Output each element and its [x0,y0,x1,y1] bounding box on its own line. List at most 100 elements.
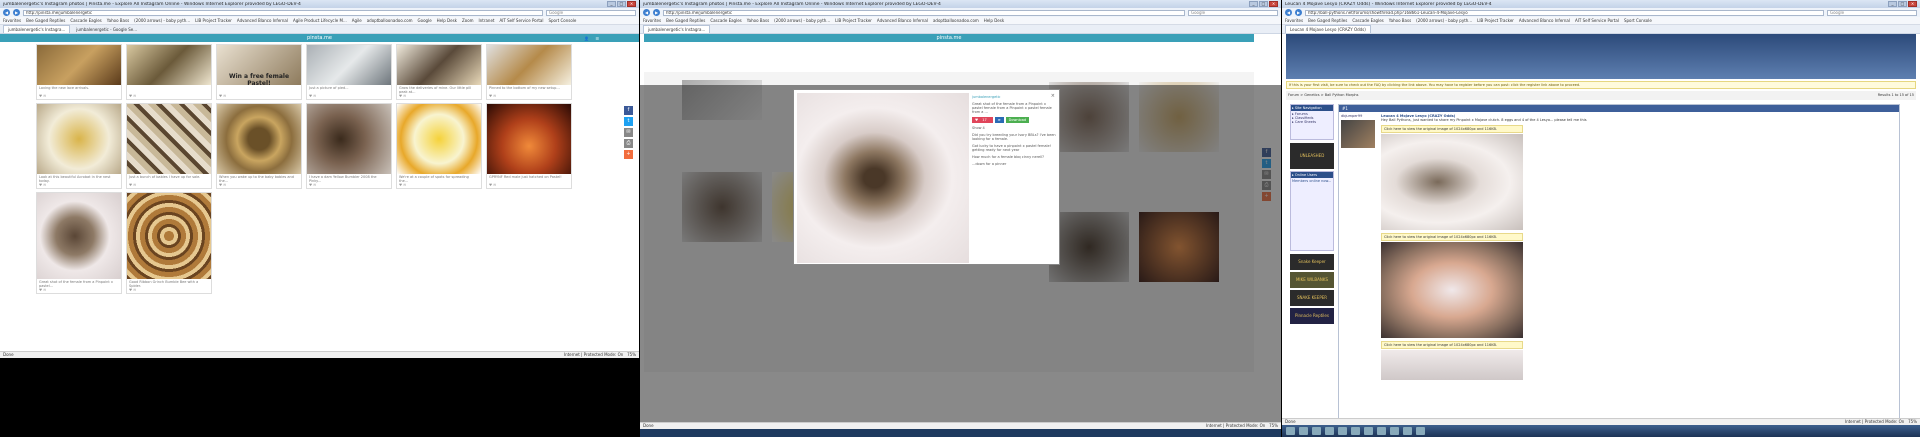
back-icon[interactable]: ◀ [1285,9,1292,16]
url-input[interactable]: http://pinsta.me/jumbalenergetic [663,9,1185,16]
ad-banner[interactable]: UNLEASHED [1290,143,1334,169]
photo[interactable] [37,193,121,279]
print-icon[interactable]: ⎙ [624,139,633,148]
fav-item[interactable]: LIB Project Tracker [835,18,872,23]
photo-card[interactable]: Loving the new lace arrivals. ♥ ✉ [36,44,122,100]
image-note[interactable]: Click here to view the original image of… [1381,341,1523,349]
email-icon[interactable]: ✉ [624,128,633,137]
photo-card[interactable]: Great shot of the female from a Pinpoint… [36,192,122,294]
photo-card[interactable]: Win a free female Pastel! ♥ ✉ [216,44,302,100]
fav-item[interactable]: Cascade Eagles [1352,18,1383,23]
fav-item[interactable]: AIT Self Service Portal [499,18,543,23]
post-image[interactable] [1381,134,1523,230]
forward-icon[interactable]: ▶ [653,9,660,16]
maximize-button[interactable]: □ [1259,1,1268,7]
photo[interactable] [127,45,211,85]
fav-item[interactable]: Zoom [462,18,474,23]
fav-item[interactable]: Yahoo Bass [1389,18,1411,23]
user-icon[interactable]: 👤 [584,35,589,43]
site-logo[interactable]: pinsta.me [307,35,332,41]
photo[interactable] [397,45,481,85]
photo-card[interactable]: ♥ ✉ [126,44,212,100]
fav-item[interactable]: (2000 arrows) - baby pyth... [134,18,190,23]
fav-item[interactable]: Advanced Blanco Infernal [237,18,288,23]
photo[interactable] [487,45,571,85]
taskbar-app-icon[interactable] [1351,427,1360,435]
fav-item[interactable]: Bee Gaged Reptiles [1308,18,1347,23]
breadcrumb[interactable]: Forum > Genetics > Ball Python Morphs [1288,91,1358,100]
fav-item[interactable]: Sport Console [1624,18,1652,23]
back-icon[interactable]: ◀ [643,9,650,16]
photo-card[interactable]: Just a picture of pied... ♥ ✉ [306,44,392,100]
taskbar-app-icon[interactable] [1403,427,1412,435]
post-image[interactable] [1381,350,1523,380]
search-input[interactable]: Google [1188,9,1278,16]
search-input[interactable]: Google [1827,9,1917,16]
photo-card[interactable]: We're at a couple of spots for spreading… [396,103,482,189]
fav-item[interactable]: Help Desk [437,18,457,23]
fav-item[interactable]: adoptballoonadoo.com [367,18,413,23]
fav-item[interactable]: Advanced Blanco Infernal [877,18,928,23]
download-button[interactable]: Download [1005,117,1030,123]
fav-item[interactable]: Help Desk [984,18,1004,23]
close-button[interactable]: × [627,1,636,7]
fav-item[interactable]: LIB Project Tracker [195,18,232,23]
photo-card[interactable]: When you wake up to the baby babies and … [216,103,302,189]
minimize-button[interactable]: _ [1249,1,1258,7]
fav-item[interactable]: Agile Product Lifecycle M... [293,18,347,23]
photo[interactable] [397,104,481,174]
fav-item[interactable]: Sport Console [548,18,576,23]
taskbar-app-icon[interactable] [1390,427,1399,435]
facebook-icon[interactable]: f [624,106,633,115]
photo-card[interactable]: Pinned to the bottom of my new setup... ♥… [486,44,572,100]
fav-item[interactable]: Yahoo Bass [107,18,129,23]
fav-item[interactable]: (2000 arrows) - baby pyth... [774,18,830,23]
image-note[interactable]: Click here to view the original image of… [1381,233,1523,241]
modal-username[interactable]: jumbalenergetic [972,95,1056,99]
photo[interactable] [217,104,301,174]
maximize-button[interactable]: □ [617,1,626,7]
ad-banner[interactable]: Snake Keeper [1290,254,1334,270]
fav-item[interactable]: Favorites [643,18,661,23]
photo-card[interactable]: Look at this beautiful Acrobat in the ne… [36,103,122,189]
close-button[interactable]: × [1908,1,1917,7]
fav-item[interactable]: Bee Gaged Reptiles [666,18,705,23]
zoom-level[interactable]: 75% [1269,423,1278,428]
fav-item[interactable]: Agile [352,18,362,23]
fav-item[interactable]: Google [418,18,432,23]
fav-item[interactable]: LIB Project Tracker [1477,18,1514,23]
fav-item[interactable]: Yahoo Bass [747,18,769,23]
fav-item[interactable]: Favorites [3,18,21,23]
photo[interactable] [37,104,121,174]
fav-item[interactable]: Cascade Eagles [70,18,101,23]
zoom-level[interactable]: 75% [1908,419,1917,424]
tab-instagram[interactable]: jumbalenergetic's Instagra... [3,25,71,33]
fav-item[interactable]: Favorites [1285,18,1303,23]
comment-count[interactable]: Show 4 [972,126,1056,130]
zoom-level[interactable]: 75% [627,352,636,357]
fav-item[interactable]: AIT Self Service Portal [1575,18,1619,23]
share-button[interactable]: ➦ [994,117,1004,123]
photo[interactable] [127,193,211,279]
forward-icon[interactable]: ▶ [1295,9,1302,16]
poster-name[interactable]: dbjumper99 [1341,114,1377,118]
taskbar-app-icon[interactable] [1416,427,1425,435]
fav-item[interactable]: adoptballoonadoo.com [933,18,979,23]
menu-icon[interactable]: ☰ [595,35,599,43]
search-input[interactable]: Google [546,9,636,16]
ad-banner[interactable]: Pinnacle Reptiles [1290,308,1334,324]
photo[interactable] [37,45,121,85]
taskbar-app-icon[interactable] [1299,427,1308,435]
taskbar-app-icon[interactable] [1377,427,1386,435]
twitter-icon[interactable]: t [624,117,633,126]
close-icon[interactable]: × [1051,93,1055,99]
tab-forum[interactable]: Leucan 4 Mojave Lesyo (CRAZY Odds) [1285,25,1371,33]
tab-instagram[interactable]: jumbalenergetic's Instagra... [643,25,711,33]
url-input[interactable]: http://ball-pythons.net/forums/showthrea… [1305,9,1824,16]
photo-card[interactable]: GPRYNF Red male just hatched on Pastel! ♥… [486,103,572,189]
start-button[interactable] [1286,427,1295,435]
photo[interactable] [307,104,391,174]
taskbar-app-icon[interactable] [1338,427,1347,435]
back-icon[interactable]: ◀ [3,9,10,16]
fav-item[interactable]: Intranet [479,18,495,23]
